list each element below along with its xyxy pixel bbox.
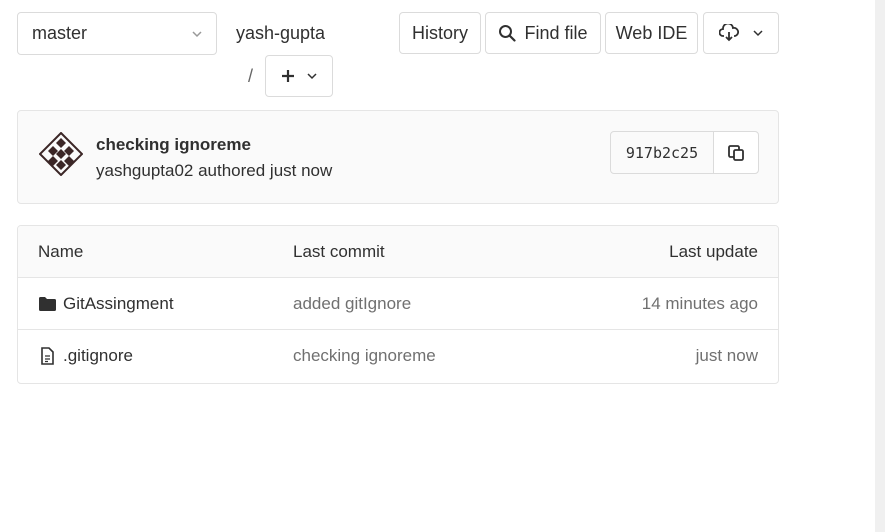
table-row[interactable]: GitAssingment added gitIgnore 14 minutes… [18,278,778,330]
row-last-update: 14 minutes ago [641,294,758,313]
branch-name: master [32,23,88,43]
folder-icon [39,297,56,311]
commit-sha[interactable]: 917b2c25 [611,132,714,173]
add-to-tree-dropdown[interactable] [265,55,333,97]
table-header-row: Name Last commit Last update [18,226,778,278]
row-last-update: just now [695,346,758,365]
table-row[interactable]: .gitignore checking ignoreme just now [18,330,778,382]
download-cloud-icon [719,24,739,42]
breadcrumb-separator: / [248,66,254,86]
header-last-commit: Last commit [293,242,385,261]
history-label: History [411,22,468,43]
file-tree-table: Name Last commit Last update GitAssingme… [17,225,779,384]
download-dropdown[interactable] [703,12,779,54]
last-commit-panel: checking ignoreme yashgupta02 authored j… [17,110,779,204]
commit-author-meta: yashgupta02 authored just now [96,161,333,180]
web-ide-button[interactable]: Web IDE [605,12,698,54]
find-file-button[interactable]: Find file [485,12,601,54]
file-name-cell[interactable]: .gitignore [38,330,133,382]
breadcrumb-project[interactable]: yash-gupta [236,23,325,44]
row-last-commit[interactable]: checking ignoreme [293,330,436,382]
file-name[interactable]: GitAssingment [63,294,174,314]
copy-icon [728,144,744,161]
row-last-commit[interactable]: added gitIgnore [293,278,411,330]
avatar[interactable] [39,132,83,176]
file-name-cell[interactable]: GitAssingment [38,278,174,330]
commit-sha-group: 917b2c25 [610,131,759,174]
chevron-down-icon [307,73,317,80]
commit-title[interactable]: checking ignoreme [96,135,251,155]
header-last-update: Last update [669,242,758,261]
find-file-label: Find file [524,22,588,43]
web-ide-label: Web IDE [615,22,688,43]
search-icon [499,25,517,42]
history-button[interactable]: History [399,12,481,54]
chevron-down-icon [192,30,202,37]
file-icon [41,347,54,365]
chevron-down-icon [753,30,763,37]
plus-icon [282,70,294,82]
copy-sha-button[interactable] [714,132,758,173]
header-name: Name [38,242,84,261]
branch-dropdown[interactable]: master [17,12,217,55]
scrollbar[interactable] [875,0,885,532]
file-name[interactable]: .gitignore [63,346,133,366]
